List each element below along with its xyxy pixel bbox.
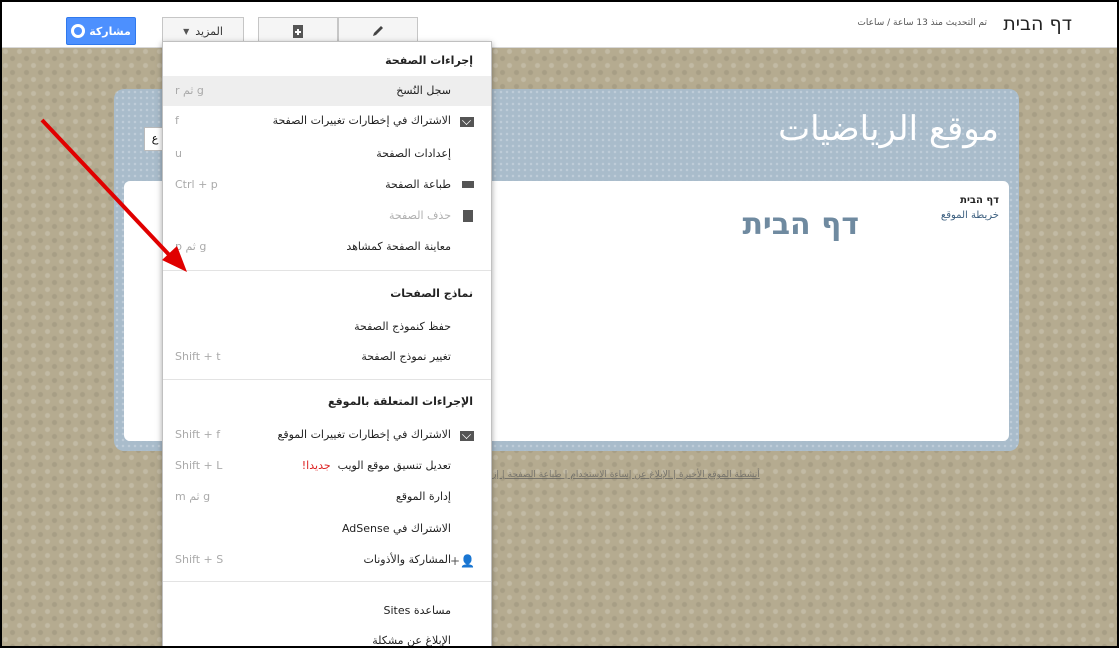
menu-item-report-issue[interactable]: الإبلاغ عن مشكلة [163, 626, 491, 647]
menu-item-label: حذف الصفحة [389, 209, 451, 222]
site-title[interactable]: موقع الرياضيات [778, 109, 999, 149]
menu-item-label: طباعة الصفحة [385, 178, 451, 191]
envelope-icon [460, 431, 474, 441]
menu-item-label: الاشتراك في إخطارات تغييرات الصفحة [272, 114, 451, 127]
printer-icon [462, 181, 474, 188]
menu-item-preview-as-viewer[interactable]: معاينة الصفحة كمشاهد p ثم g [163, 232, 491, 262]
nav-item-home[interactable]: דף הבית [941, 195, 999, 206]
menu-divider [163, 379, 491, 380]
menu-item-shortcut: f [175, 114, 179, 127]
menu-divider [163, 581, 491, 582]
menu-item-sharing-permissions[interactable]: 👤+ المشاركة والأذونات Shift + S [163, 545, 491, 575]
page-title[interactable]: דף הבית [1003, 13, 1072, 35]
menu-item-label: تغيير نموذج الصفحة [361, 350, 451, 363]
menu-item-label: مساعدة Sites [383, 604, 451, 617]
menu-item-shortcut: Shift + t [175, 350, 221, 363]
menu-item-sites-help[interactable]: مساعدة Sites [163, 596, 491, 626]
menu-header-site-actions: الإجراءات المتعلقة بالموقع [327, 395, 473, 408]
menu-item-label: المشاركة والأذونات [363, 553, 452, 566]
envelope-icon [460, 117, 474, 127]
menu-item-shortcut: r ثم g [175, 84, 204, 97]
menu-item-label: تعديل تنسيق موقع الويب جديدا! [302, 459, 451, 472]
menu-item-page-settings[interactable]: إعدادات الصفحة u [163, 139, 491, 169]
more-label: المزيد [195, 24, 223, 38]
share-button[interactable]: مشاركة [66, 17, 136, 45]
menu-item-label: معاينة الصفحة كمشاهد [346, 240, 451, 253]
add-person-icon: 👤+ [450, 554, 475, 568]
menu-item-label: إدارة الموقع [395, 490, 451, 503]
sidebar-nav: דף הבית خريطة الموقع [941, 195, 999, 221]
menu-item-label: حفظ كنموذج الصفحة [354, 320, 451, 333]
menu-item-subscribe-site[interactable]: الاشتراك في إخطارات تغييرات الموقع Shift… [163, 420, 491, 450]
menu-item-manage-site[interactable]: إدارة الموقع m ثم g [163, 482, 491, 512]
menu-item-label: الاشتراك في إخطارات تغييرات الموقع [277, 428, 451, 441]
page-heading: דף הבית [742, 207, 859, 242]
last-updated: تم التحديث منذ 13 ساعة / ساعات [857, 18, 987, 28]
more-actions-menu: إجراءات الصفحة سجل النُسخ r ثم g الاشترا… [162, 41, 492, 647]
trash-icon [463, 210, 473, 222]
menu-item-delete-page: حذف الصفحة [163, 201, 491, 231]
menu-item-shortcut: u [175, 147, 182, 160]
menu-item-save-template[interactable]: حفظ كنموذج الصفحة [163, 312, 491, 342]
menu-item-label-text: تعديل تنسيق موقع الويب [337, 459, 451, 472]
new-badge: جديدا! [301, 459, 331, 472]
menu-item-shortcut: p ثم g [175, 240, 207, 253]
menu-item-subscribe-page[interactable]: الاشتراك في إخطارات تغييرات الصفحة f [163, 106, 491, 136]
menu-item-adsense[interactable]: الاشتراك في AdSense [163, 514, 491, 544]
menu-item-edit-layout[interactable]: تعديل تنسيق موقع الويب جديدا! Shift + L [163, 451, 491, 481]
menu-item-shortcut: Shift + S [175, 553, 224, 566]
new-page-icon [293, 24, 303, 38]
menu-item-print-page[interactable]: طباعة الصفحة Ctrl + p [163, 170, 491, 200]
app-frame: موقع الرياضيات ع דף הבית דף הבית خريطة ا… [0, 0, 1119, 648]
menu-item-shortcut: Ctrl + p [175, 178, 218, 191]
menu-item-label: الاشتراك في AdSense [341, 522, 451, 535]
menu-item-label: الإبلاغ عن مشكلة [372, 634, 451, 647]
share-label: مشاركة [89, 24, 131, 38]
menu-item-shortcut: m ثم g [175, 490, 211, 503]
menu-divider [163, 270, 491, 271]
menu-header-page-actions: إجراءات الصفحة [385, 54, 473, 67]
footer-links[interactable]: أنشطة الموقع الأخيرة | الإبلاغ عن إساءة … [482, 470, 760, 480]
menu-item-revision-history[interactable]: سجل النُسخ r ثم g [163, 76, 491, 106]
nav-item-sitemap[interactable]: خريطة الموقع [941, 210, 999, 221]
menu-item-label: سجل النُسخ [396, 84, 451, 97]
menu-header-templates: نماذج الصفحات [390, 287, 473, 300]
globe-icon [71, 24, 86, 38]
menu-item-shortcut: Shift + f [175, 428, 221, 441]
menu-item-label: إعدادات الصفحة [376, 147, 451, 160]
chevron-down-icon: ▼ [183, 26, 190, 36]
pencil-icon [373, 26, 383, 36]
menu-item-shortcut: Shift + L [175, 459, 223, 472]
menu-item-change-template[interactable]: تغيير نموذج الصفحة Shift + t [163, 342, 491, 372]
